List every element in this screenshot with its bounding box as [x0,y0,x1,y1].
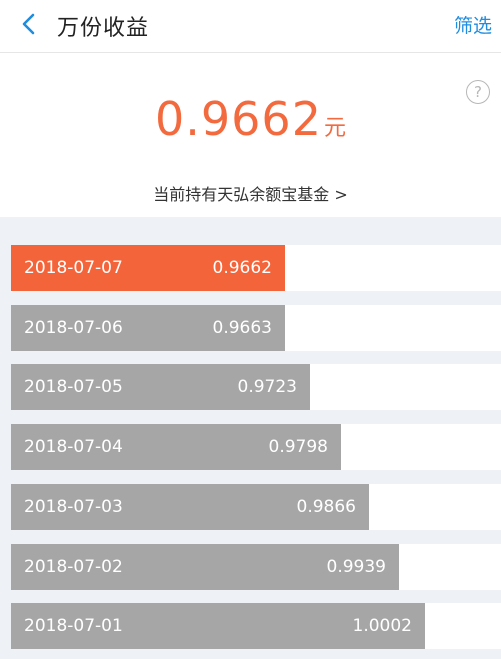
list-item[interactable]: 2018-07-07 0.9662 [11,245,501,291]
list-item[interactable]: 2018-07-04 0.9798 [11,424,501,470]
row-value: 1.0002 [352,616,412,636]
header-bar: 万份收益 筛选 [0,0,501,53]
list-item[interactable]: 2018-07-03 0.9866 [11,484,501,530]
chevron-left-icon [22,13,35,35]
row-value: 0.9723 [237,377,297,397]
list-item[interactable]: 2018-07-05 0.9723 [11,364,501,410]
fund-link[interactable]: 当前持有天弘余额宝基金 > [0,181,501,205]
yield-value: 0.9662元 [0,92,501,146]
row-value: 0.9866 [296,497,356,517]
list-item[interactable]: 2018-07-06 0.9663 [11,305,501,351]
list-item[interactable]: 2018-07-01 1.0002 [11,603,501,649]
yield-list: 2018-07-07 0.9662 2018-07-06 0.9663 2018… [0,217,501,659]
row-value: 0.9798 [268,437,328,457]
back-button[interactable] [14,8,44,40]
yield-number: 0.9662 [155,92,322,146]
list-item[interactable]: 2018-07-02 0.9939 [11,544,501,590]
row-value: 0.9939 [326,557,386,577]
row-value: 0.9663 [212,318,272,338]
page-title: 万份收益 [57,16,150,41]
yield-unit: 元 [323,116,346,141]
row-value: 0.9662 [212,258,272,278]
filter-button[interactable]: 筛选 [454,11,492,38]
